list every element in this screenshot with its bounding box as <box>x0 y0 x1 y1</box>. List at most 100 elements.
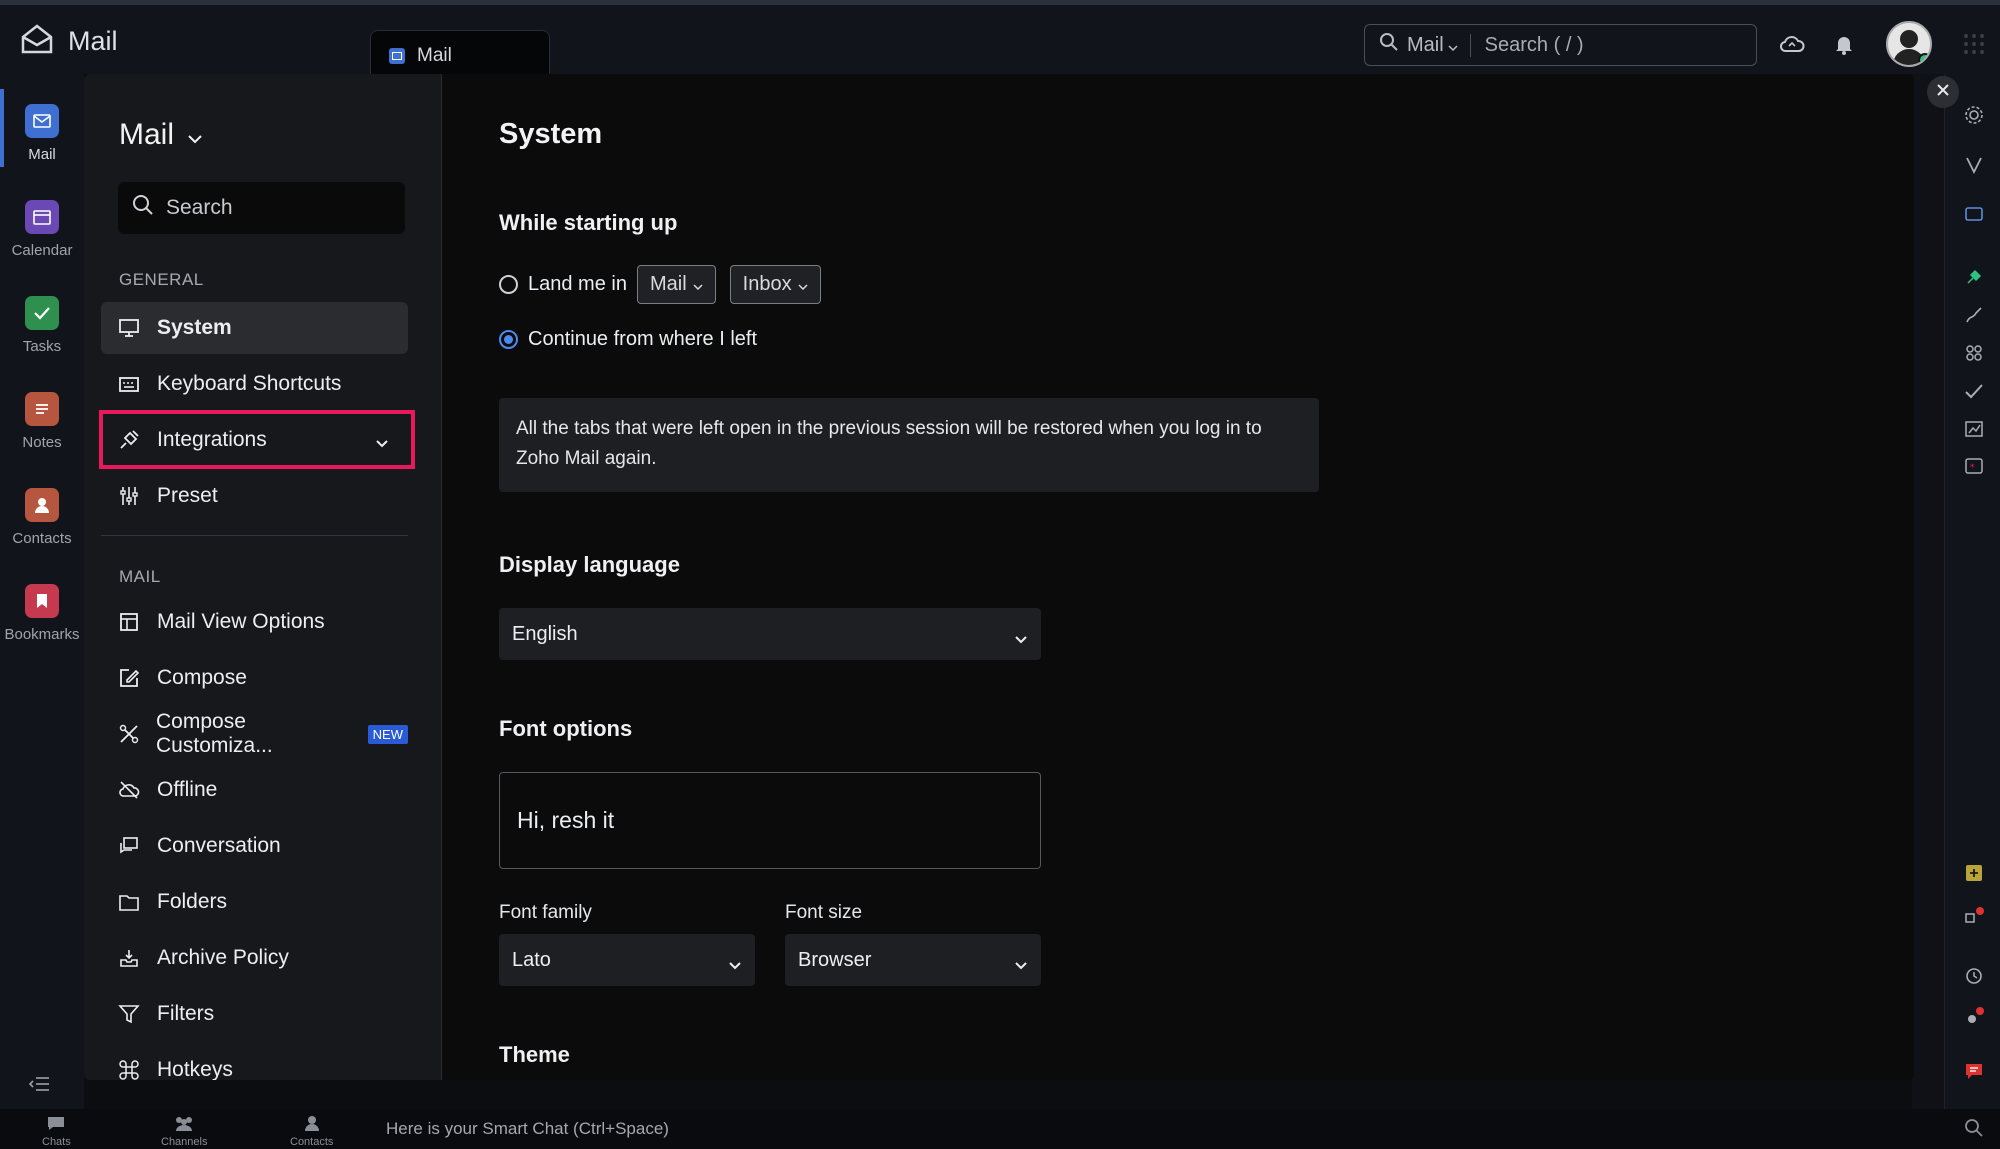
settings-gear-icon[interactable] <box>1963 104 1985 126</box>
sidebar-item-label: Keyboard Shortcuts <box>157 372 342 395</box>
display-language-value: English <box>512 622 578 645</box>
extensions-icon[interactable] <box>1963 342 1985 364</box>
sidebar-item-compose-customization[interactable]: Compose Customiza... NEW <box>101 708 408 760</box>
global-search[interactable]: Mail Search ( / ) <box>1364 24 1757 66</box>
chevron-down-icon <box>798 273 808 296</box>
bottom-item-contacts[interactable]: Contacts <box>290 1115 333 1148</box>
add-note-icon[interactable] <box>1963 862 1985 884</box>
sidebar-item-preset[interactable]: Preset <box>101 470 408 522</box>
cloud-sync-icon[interactable] <box>1778 30 1806 58</box>
sidebar-item-conversation[interactable]: Conversation <box>101 820 408 872</box>
land-folder-value: Inbox <box>742 273 792 295</box>
display-language-select[interactable]: English <box>499 608 1041 660</box>
font-preview: Hi, resh it <box>499 772 1041 869</box>
folder-icon <box>117 890 141 914</box>
app-rail: Mail Calendar Tasks Notes Contacts Bookm… <box>0 74 84 1109</box>
reports-icon[interactable] <box>1963 418 1985 440</box>
chevron-down-icon <box>729 953 741 976</box>
page-title: System <box>499 118 603 150</box>
font-size-label: Font size <box>785 902 863 923</box>
rail-label: Tasks <box>22 338 62 355</box>
bottom-label: Chats <box>42 1136 71 1148</box>
radio-button-selected[interactable] <box>499 330 518 349</box>
search-scope-dropdown[interactable]: Mail <box>1407 33 1471 57</box>
sidebar-item-label: Filters <box>157 1002 215 1025</box>
collapse-menu-icon[interactable] <box>28 1076 50 1097</box>
rail-item-calendar[interactable]: Calendar <box>0 200 84 259</box>
close-settings-button[interactable] <box>1927 76 1959 108</box>
sidebar-item-mail-view-options[interactable]: Mail View Options <box>101 596 408 648</box>
search-input[interactable]: Search ( / ) <box>1479 34 1584 57</box>
radio-land-me-in[interactable]: Land me in Mail Inbox <box>499 265 821 304</box>
rail-item-notes[interactable]: Notes <box>0 392 84 451</box>
sidebar-item-archive-policy[interactable]: Archive Policy <box>101 932 408 984</box>
integration-plug-icon[interactable] <box>1963 266 1985 288</box>
rail-item-mail[interactable]: Mail <box>0 104 84 163</box>
sidebar-item-folders[interactable]: Folders <box>101 876 408 928</box>
notes-icon <box>25 392 59 426</box>
font-size-select[interactable]: Browser <box>785 934 1041 986</box>
smart-chat-input[interactable]: Here is your Smart Chat (Ctrl+Space) <box>386 1119 669 1139</box>
chevron-down-icon <box>1448 34 1458 57</box>
chevron-down-icon <box>693 273 703 296</box>
sidebar-item-label: Hotkeys <box>157 1058 233 1080</box>
calendar-icon <box>25 200 59 234</box>
sidebar-item-label: Conversation <box>157 834 281 857</box>
search-icon <box>132 194 154 222</box>
mail-icon <box>25 104 59 138</box>
search-icon[interactable] <box>1964 1118 1984 1143</box>
land-app-select[interactable]: Mail <box>636 265 716 304</box>
land-folder-select[interactable]: Inbox <box>729 265 821 304</box>
font-family-select[interactable]: Lato <box>499 934 755 986</box>
bottom-label: Channels <box>161 1136 208 1148</box>
rail-item-tasks[interactable]: Tasks <box>0 296 84 355</box>
app-name: Mail <box>68 26 118 56</box>
sidebar-item-label: Compose Customiza... <box>156 710 273 757</box>
radio-continue[interactable]: Continue from where I left <box>499 328 757 351</box>
search-icon <box>1379 32 1399 58</box>
sidebar-item-label: Offline <box>157 778 218 801</box>
radio-label: Land me in <box>528 273 627 295</box>
sidebar-item-label: Preset <box>157 484 218 507</box>
avatar[interactable] <box>1886 21 1932 67</box>
section-heading-mail: MAIL <box>119 567 161 586</box>
workflow-icon[interactable] <box>1963 906 1985 928</box>
app-brand[interactable]: Mail <box>20 23 118 60</box>
cloud-off-icon <box>117 778 141 802</box>
land-app-value: Mail <box>649 273 687 295</box>
sidebar-item-compose[interactable]: Compose <box>101 652 408 704</box>
app-grid-icon[interactable] <box>1960 30 1988 58</box>
sidebar-item-offline[interactable]: Offline <box>101 764 408 816</box>
rail-label: Bookmarks <box>4 626 80 643</box>
sidebar-item-system[interactable]: System <box>101 302 408 354</box>
wallet-icon[interactable] <box>1963 202 1985 224</box>
bell-icon[interactable] <box>1830 30 1858 58</box>
top-bar: Mail Mail Mail Search ( / ) <box>0 0 2000 80</box>
radio-button[interactable] <box>499 275 518 294</box>
bottom-item-chats[interactable]: Chats <box>42 1115 71 1148</box>
archive-icon <box>117 946 141 970</box>
sidebar-item-keyboard-shortcuts[interactable]: Keyboard Shortcuts <box>101 358 408 410</box>
streams-icon[interactable]: * <box>1963 456 1985 478</box>
sidebar-item-filters[interactable]: Filters <box>101 988 408 1040</box>
vault-icon[interactable] <box>1963 154 1985 176</box>
rail-item-bookmarks[interactable]: Bookmarks <box>0 584 84 643</box>
radio-label: Continue from where I left <box>528 328 757 350</box>
chevron-down-icon <box>188 118 202 152</box>
settings-module-dropdown[interactable]: Mail <box>119 118 202 152</box>
feedback-chat-icon[interactable] <box>1963 1060 1985 1082</box>
font-options-heading: Font options <box>499 716 633 741</box>
rail-item-contacts[interactable]: Contacts <box>0 488 84 547</box>
integrations-highlight <box>99 410 415 469</box>
bottom-item-channels[interactable]: Channels <box>161 1115 207 1148</box>
sidebar-item-hotkeys[interactable]: Hotkeys <box>101 1044 408 1080</box>
check-icon[interactable] <box>1963 380 1985 402</box>
sidebar-item-label: Archive Policy <box>157 946 289 969</box>
alarm-icon[interactable] <box>1963 964 1985 986</box>
tab-mail[interactable]: Mail <box>370 30 550 80</box>
settings-search-input[interactable]: Search <box>118 182 405 234</box>
theme-sun-icon[interactable] <box>1963 1006 1985 1028</box>
display-language-heading: Display language <box>499 552 680 577</box>
tab-label: Mail <box>417 44 452 66</box>
signature-icon[interactable] <box>1963 304 1985 326</box>
